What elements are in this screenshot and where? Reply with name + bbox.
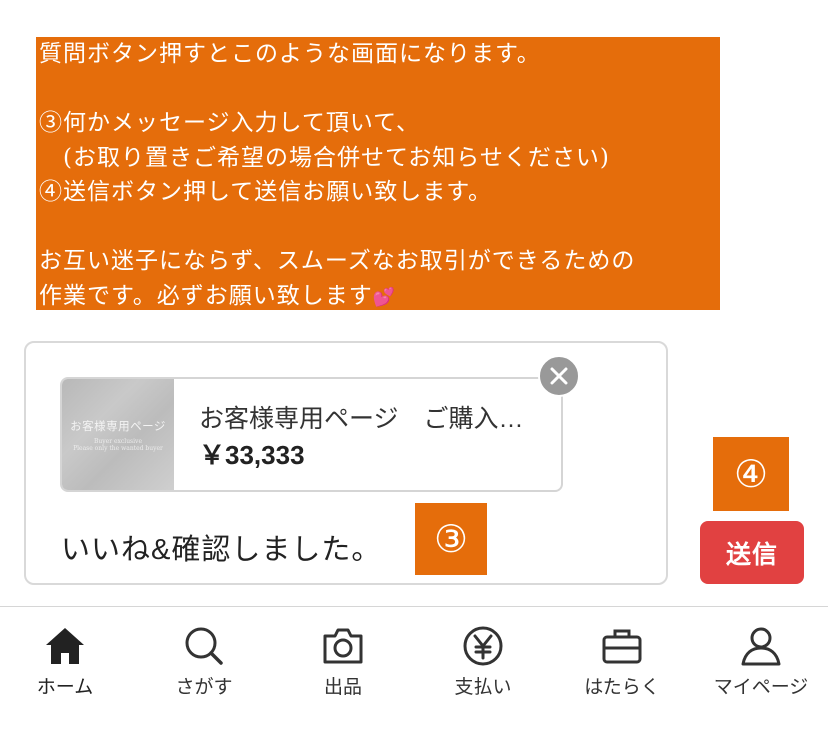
camera-icon <box>323 628 363 664</box>
yen-icon <box>463 626 503 666</box>
instruction-line <box>39 72 720 107</box>
send-button[interactable]: 送信 <box>700 521 804 584</box>
thumbnail-subtext: Please only the wanted buyer <box>73 444 163 452</box>
item-price: ￥33,333 <box>199 440 305 470</box>
message-composer: お客様専用ページ Buyer exclusive Please only the… <box>24 341 668 585</box>
close-icon <box>550 367 568 385</box>
bottom-tab-bar: ホーム さがす 出品 支払い はたらく マイページ <box>0 606 828 740</box>
step-3-label: ③ <box>433 517 469 561</box>
step-4-label: ④ <box>733 452 769 496</box>
tab-work[interactable]: はたらく <box>562 625 682 705</box>
instruction-line: ④送信ボタン押して送信お願い致します。 <box>39 179 493 205</box>
tab-search[interactable]: さがす <box>144 625 264 705</box>
person-icon <box>741 627 781 666</box>
tab-label: マイページ <box>713 677 809 698</box>
item-thumbnail: お客様専用ページ Buyer exclusive Please only the… <box>62 379 174 490</box>
tab-sell[interactable]: 出品 <box>283 625 403 705</box>
step-3-annotation: ③ <box>415 503 487 575</box>
message-input[interactable]: いいね&確認しました。 <box>61 526 381 568</box>
briefcase-icon <box>602 629 642 664</box>
instruction-line: 質問ボタン押すとこのような画面になります。 <box>39 41 541 67</box>
instruction-line: ③何かメッセージ入力して頂いて、 <box>39 110 421 136</box>
instruction-line <box>39 210 720 245</box>
remove-item-button[interactable] <box>538 355 580 397</box>
tab-label: 出品 <box>323 677 362 698</box>
instruction-line-last: 作業です。必ずお願い致します💕 <box>39 279 720 314</box>
instruction-text: 作業です。必ずお願い致します <box>39 282 373 309</box>
tab-mypage[interactable]: マイページ <box>701 625 821 705</box>
instruction-overlay: 質問ボタン押すとこのような画面になります。 ③何かメッセージ入力して頂いて、 (… <box>36 37 720 310</box>
tab-label: 支払い <box>454 677 512 698</box>
tab-label: はたらく <box>584 677 660 698</box>
item-preview-card[interactable]: お客様専用ページ Buyer exclusive Please only the… <box>60 377 563 492</box>
tab-label: ホーム <box>36 677 94 698</box>
tab-payment[interactable]: 支払い <box>423 625 543 705</box>
tab-label: さがす <box>175 677 233 698</box>
home-icon <box>46 628 84 664</box>
step-4-annotation: ④ <box>713 437 789 511</box>
thumbnail-title: お客様専用ページ <box>70 418 166 433</box>
item-title: お客様専用ページ ご購入… <box>199 405 524 433</box>
search-icon <box>185 627 223 665</box>
heart-emoji-icon: 💕 <box>372 286 397 308</box>
tab-home[interactable]: ホーム <box>5 625 125 705</box>
thumbnail-subtext: Buyer exclusive <box>93 437 142 445</box>
instruction-line: (お取り置きご希望の場合併せてお知らせください) <box>39 144 610 171</box>
instruction-line: お互い迷子にならず、スムーズなお取引ができるための <box>39 248 636 274</box>
